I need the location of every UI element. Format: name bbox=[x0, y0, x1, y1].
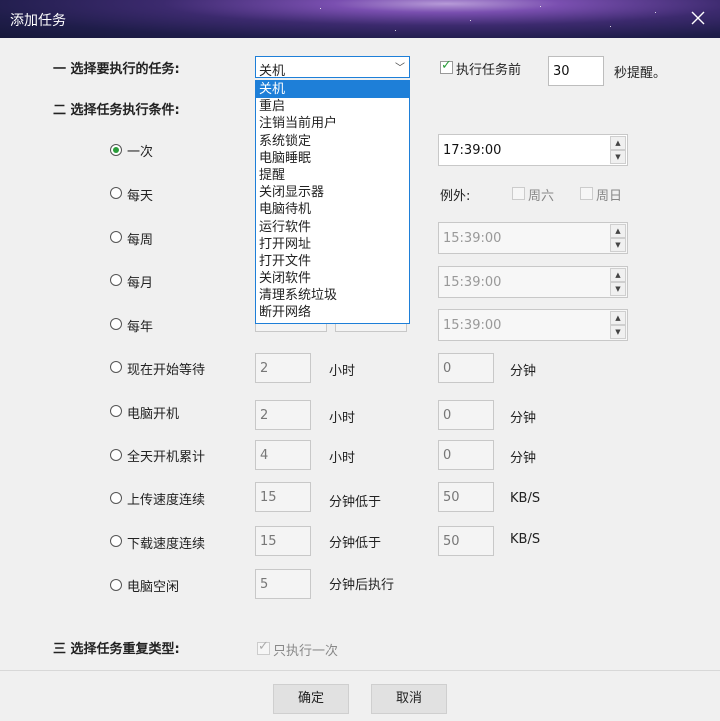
spin-up-icon[interactable]: ▲ bbox=[610, 311, 626, 325]
radio-download-speed[interactable] bbox=[110, 535, 122, 547]
close-button[interactable] bbox=[686, 6, 710, 30]
poweron-hours-input[interactable]: 2 bbox=[255, 400, 311, 430]
weekly-time-input[interactable]: 15:39:00 ▲ ▼ bbox=[438, 222, 628, 254]
radio-idle-label: 电脑空闲 bbox=[127, 580, 180, 595]
radio-once-label: 一次 bbox=[127, 145, 154, 160]
section-select-task: 一 选择要执行的任务: bbox=[53, 62, 180, 77]
saturday-checkbox[interactable] bbox=[512, 187, 525, 200]
dropdown-item[interactable]: 重启 bbox=[256, 98, 409, 115]
radio-day-uptime[interactable] bbox=[110, 449, 122, 461]
spin-down-icon[interactable]: ▼ bbox=[610, 238, 626, 252]
upload-minutes-unit: 分钟低于 bbox=[329, 495, 382, 510]
once-time-input[interactable]: 17:39:00 ▲ ▼ bbox=[438, 134, 628, 166]
dropdown-item[interactable]: 注销当前用户 bbox=[256, 115, 409, 132]
monthly-time-input[interactable]: 15:39:00 ▲ ▼ bbox=[438, 266, 628, 298]
download-speed-unit: KB/S bbox=[510, 532, 541, 547]
chevron-down-icon: ﹀ bbox=[395, 63, 405, 74]
dropdown-item[interactable]: 清理系统垃圾 bbox=[256, 287, 409, 304]
pre-remind-suffix: 秒提醒。 bbox=[614, 66, 667, 81]
dropdown-item[interactable]: 打开网址 bbox=[256, 236, 409, 253]
uptime-hours-input[interactable]: 4 bbox=[255, 440, 311, 470]
upload-minutes-input[interactable]: 15 bbox=[255, 482, 311, 512]
radio-yearly[interactable] bbox=[110, 318, 122, 330]
dialog-footer bbox=[0, 670, 720, 721]
section-conditions: 二 选择任务执行条件: bbox=[53, 103, 180, 118]
radio-weekly[interactable] bbox=[110, 231, 122, 243]
radio-upload-speed[interactable] bbox=[110, 492, 122, 504]
window-title: 添加任务 bbox=[10, 13, 66, 29]
radio-monthly[interactable] bbox=[110, 274, 122, 286]
radio-weekly-label: 每周 bbox=[127, 233, 154, 248]
radio-daily[interactable] bbox=[110, 187, 122, 199]
dropdown-item[interactable]: 打开文件 bbox=[256, 253, 409, 270]
cancel-button[interactable]: 取消 bbox=[371, 684, 447, 714]
uptime-minutes-input[interactable]: 0 bbox=[438, 440, 494, 470]
once-only-label: 只执行一次 bbox=[273, 644, 339, 659]
task-select-value: 关机 bbox=[259, 64, 286, 79]
dropdown-item[interactable]: 电脑待机 bbox=[256, 201, 409, 218]
radio-upload-speed-label: 上传速度连续 bbox=[127, 493, 206, 508]
download-speed-input[interactable]: 50 bbox=[438, 526, 494, 556]
radio-computer-on-label: 电脑开机 bbox=[127, 407, 180, 422]
download-minutes-unit: 分钟低于 bbox=[329, 536, 382, 551]
radio-computer-on[interactable] bbox=[110, 405, 122, 417]
radio-download-speed-label: 下载速度连续 bbox=[127, 537, 206, 552]
radio-daily-label: 每天 bbox=[127, 189, 154, 204]
weekly-time-value: 15:39:00 bbox=[443, 231, 502, 246]
yearly-time-value: 15:39:00 bbox=[443, 318, 502, 333]
dropdown-item[interactable]: 关机 bbox=[256, 81, 409, 99]
ok-button[interactable]: 确定 bbox=[273, 684, 349, 714]
radio-day-uptime-label: 全天开机累计 bbox=[127, 450, 206, 465]
dropdown-item[interactable]: 关闭软件 bbox=[256, 270, 409, 287]
spin-up-icon[interactable]: ▲ bbox=[610, 224, 626, 238]
radio-idle[interactable] bbox=[110, 579, 122, 591]
pre-remind-label: 执行任务前 bbox=[456, 63, 522, 78]
wait-minutes-input[interactable]: 0 bbox=[438, 353, 494, 383]
radio-wait-from-now-label: 现在开始等待 bbox=[127, 363, 206, 378]
exception-label: 例外: bbox=[440, 189, 471, 204]
uptime-hours-unit: 小时 bbox=[329, 451, 356, 466]
spin-down-icon[interactable]: ▼ bbox=[610, 282, 626, 296]
wait-hours-input[interactable]: 2 bbox=[255, 353, 311, 383]
uptime-minutes-unit: 分钟 bbox=[510, 451, 537, 466]
sunday-label: 周日 bbox=[596, 189, 623, 204]
radio-yearly-label: 每年 bbox=[127, 320, 154, 335]
task-dropdown-list: 关机 重启 注销当前用户 系统锁定 电脑睡眠 提醒 关闭显示器 电脑待机 运行软件 打开网址 打开文… bbox=[255, 80, 410, 324]
spin-up-icon[interactable]: ▲ bbox=[610, 268, 626, 282]
sunday-checkbox[interactable] bbox=[580, 187, 593, 200]
dropdown-item[interactable]: 系统锁定 bbox=[256, 133, 409, 150]
section-repeat-type: 三 选择任务重复类型: bbox=[53, 642, 180, 657]
poweron-minutes-unit: 分钟 bbox=[510, 411, 537, 426]
radio-once[interactable] bbox=[110, 144, 122, 156]
spin-down-icon[interactable]: ▼ bbox=[610, 150, 626, 164]
dropdown-item[interactable]: 关闭显示器 bbox=[256, 184, 409, 201]
dropdown-item[interactable]: 断开网络 bbox=[256, 304, 409, 321]
yearly-time-input[interactable]: 15:39:00 ▲ ▼ bbox=[438, 309, 628, 341]
wait-hours-unit: 小时 bbox=[329, 364, 356, 379]
radio-wait-from-now[interactable] bbox=[110, 361, 122, 373]
pre-remind-checkbox[interactable] bbox=[440, 58, 453, 74]
once-time-value: 17:39:00 bbox=[443, 143, 502, 158]
idle-minutes-input[interactable]: 5 bbox=[255, 569, 311, 599]
upload-speed-input[interactable]: 50 bbox=[438, 482, 494, 512]
spin-down-icon[interactable]: ▼ bbox=[610, 325, 626, 339]
title-bar: 添加任务 bbox=[0, 0, 720, 38]
upload-speed-unit: KB/S bbox=[510, 491, 541, 506]
close-icon bbox=[691, 11, 705, 25]
dropdown-item[interactable]: 电脑睡眠 bbox=[256, 150, 409, 167]
saturday-label: 周六 bbox=[528, 189, 555, 204]
radio-monthly-label: 每月 bbox=[127, 276, 154, 291]
download-minutes-input[interactable]: 15 bbox=[255, 526, 311, 556]
monthly-time-value: 15:39:00 bbox=[443, 275, 502, 290]
dropdown-item[interactable]: 提醒 bbox=[256, 167, 409, 184]
poweron-minutes-input[interactable]: 0 bbox=[438, 400, 494, 430]
dropdown-item[interactable]: 运行软件 bbox=[256, 219, 409, 236]
task-select[interactable]: 关机 ﹀ bbox=[255, 56, 410, 79]
idle-minutes-unit: 分钟后执行 bbox=[329, 578, 395, 593]
once-only-checkbox[interactable] bbox=[257, 639, 270, 655]
wait-minutes-unit: 分钟 bbox=[510, 364, 537, 379]
poweron-hours-unit: 小时 bbox=[329, 411, 356, 426]
pre-remind-seconds-input[interactable]: 30 bbox=[548, 56, 604, 86]
spin-up-icon[interactable]: ▲ bbox=[610, 136, 626, 150]
